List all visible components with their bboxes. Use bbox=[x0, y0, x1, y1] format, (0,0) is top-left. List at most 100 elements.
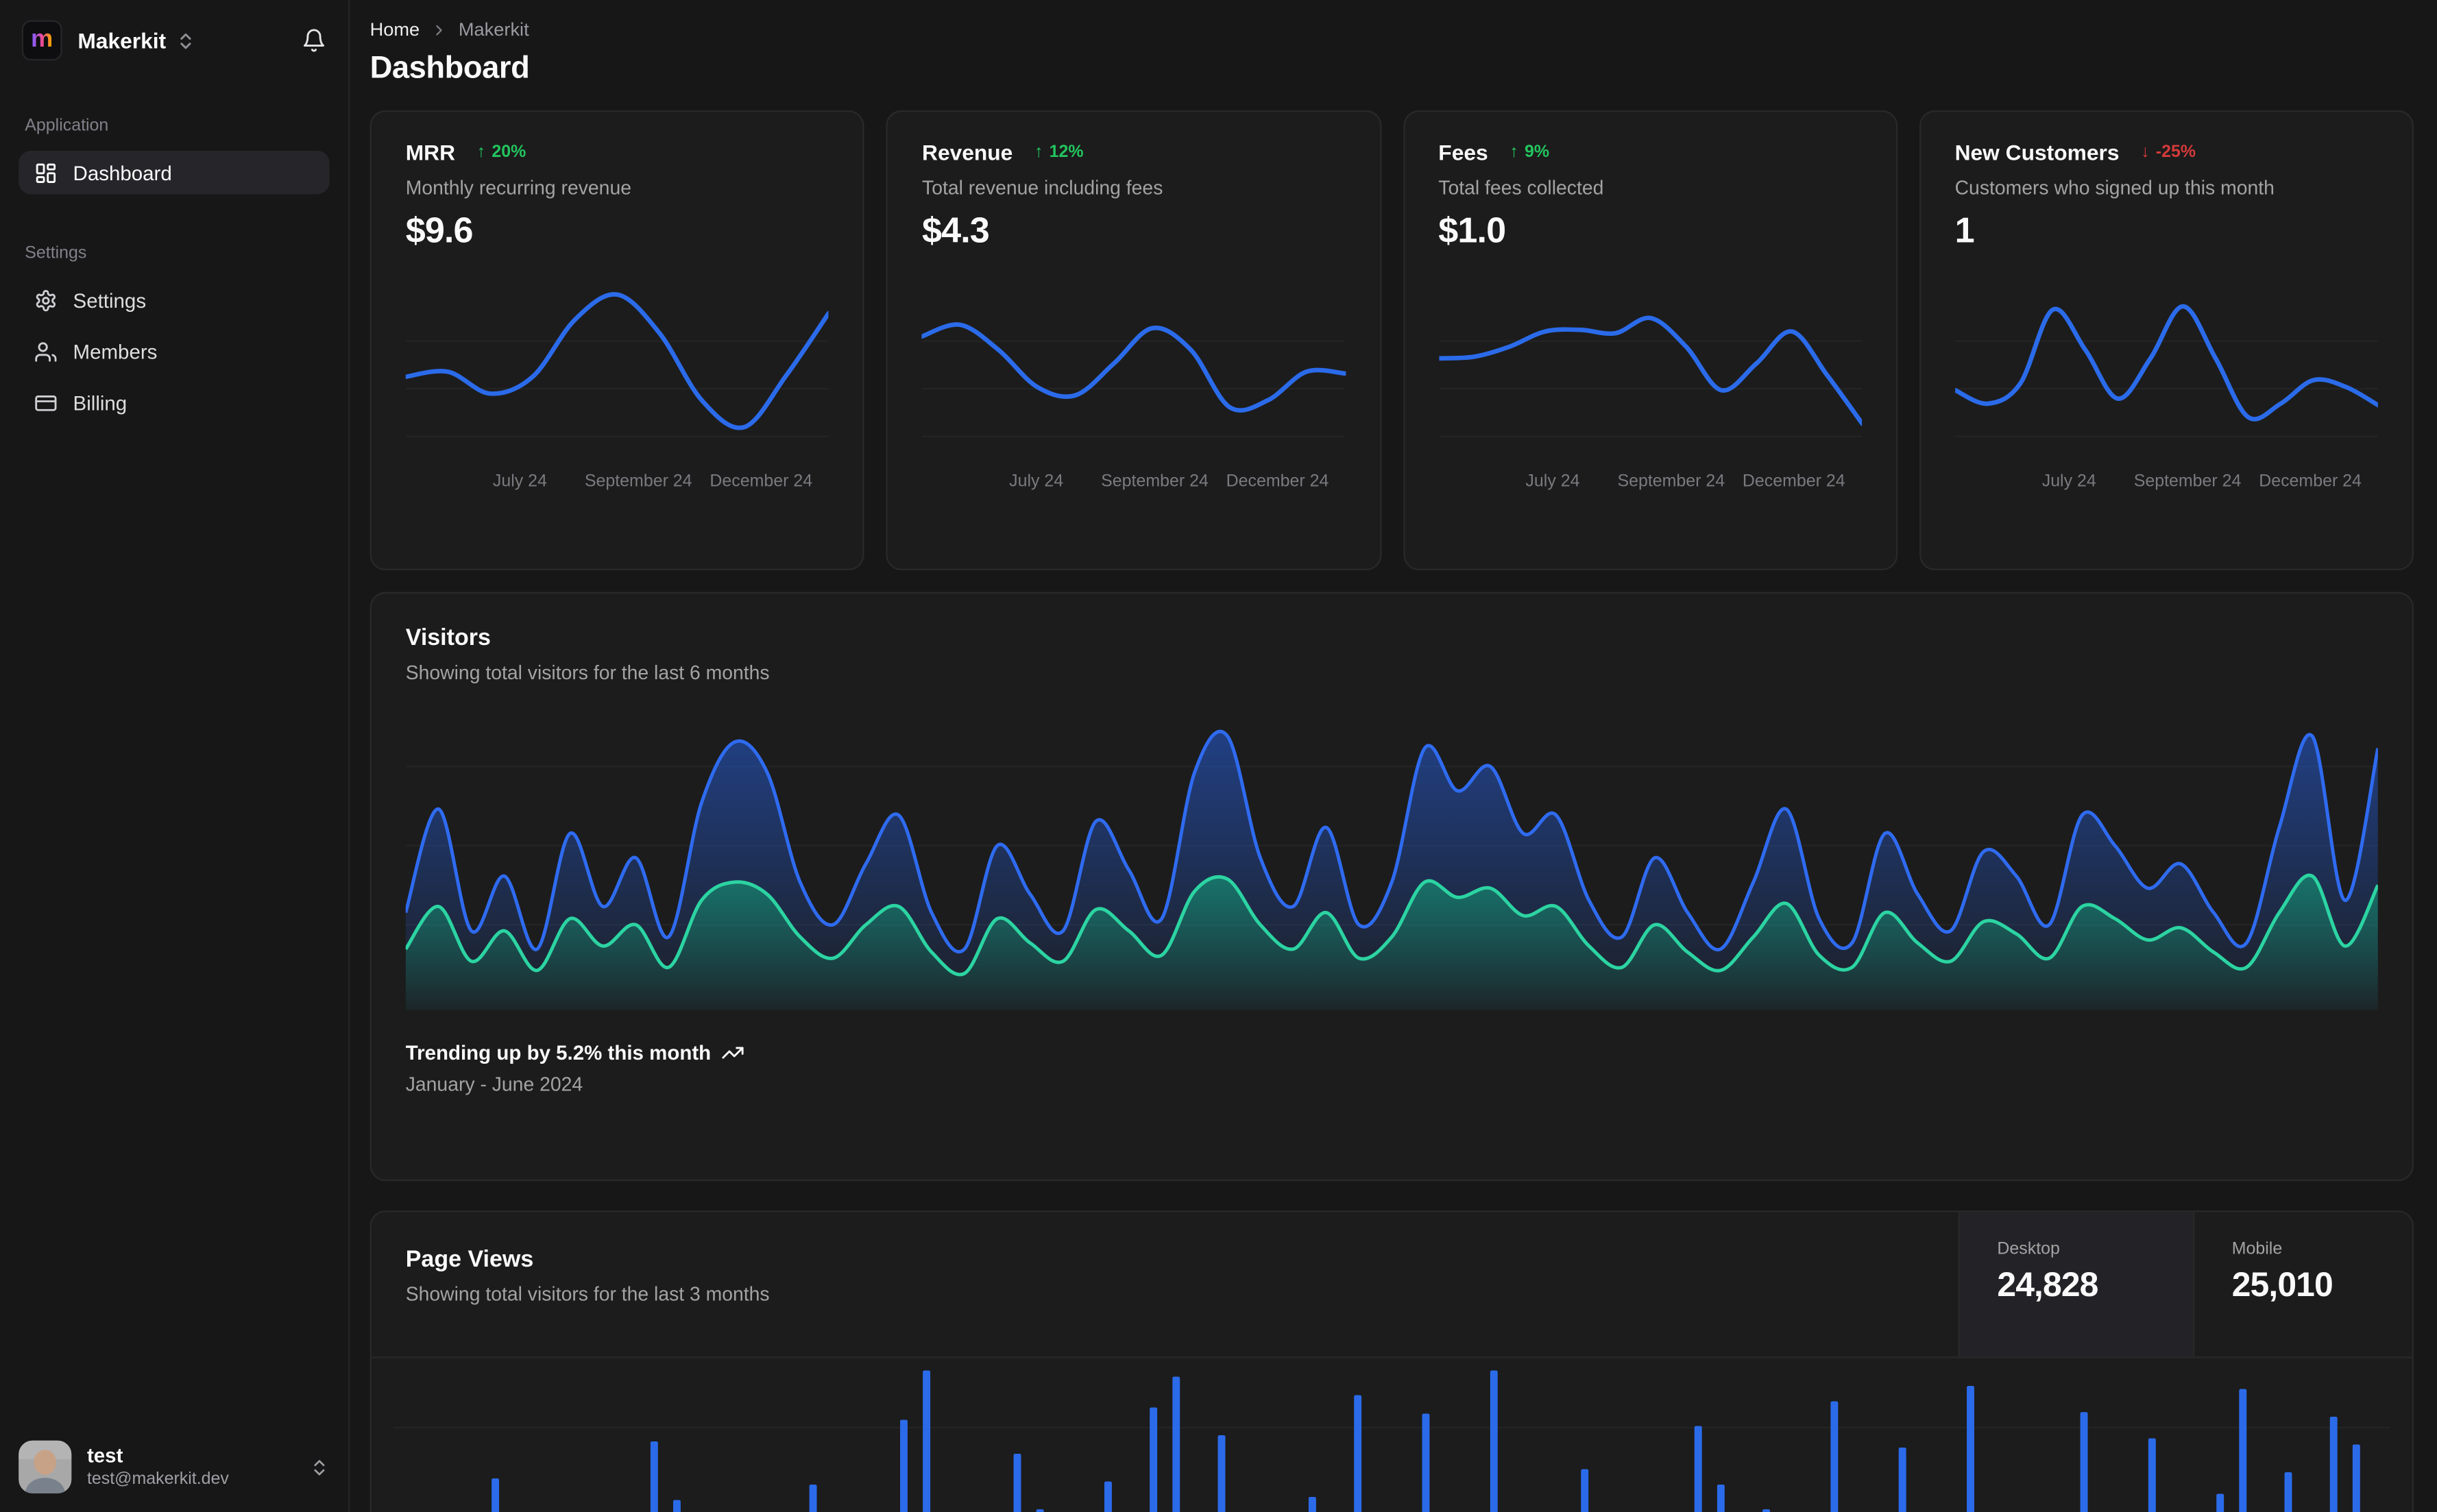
user-email: test@makerkit.dev bbox=[86, 1470, 229, 1489]
makerkit-logo: m bbox=[21, 20, 62, 61]
stat-delta-value: 12% bbox=[1049, 143, 1084, 162]
main-content: Home Makerkit Dashboard MRR ↑ 20% Monthl… bbox=[351, 0, 2437, 1512]
visitors-footer: Trending up by 5.2% this month January -… bbox=[406, 1041, 2378, 1095]
toggle-value: 25,010 bbox=[2231, 1265, 2333, 1304]
stat-value: 1 bbox=[1954, 210, 1975, 251]
logo-letter: m bbox=[31, 26, 53, 53]
page-title: Dashboard bbox=[369, 51, 530, 86]
visitors-subtitle: Showing total visitors for the last 6 mo… bbox=[405, 661, 770, 684]
trending-up-icon bbox=[722, 1041, 745, 1064]
stat-delta-badge: ↓ -25% bbox=[2141, 143, 2196, 162]
new-customers-sparkline-chart bbox=[1954, 275, 2378, 459]
trend-arrow-icon: ↓ bbox=[2141, 143, 2150, 162]
x-tick: September 24 bbox=[584, 472, 692, 491]
x-tick: July 24 bbox=[2041, 472, 2096, 491]
x-tick: December 24 bbox=[1742, 472, 1845, 491]
trend-arrow-icon: ↑ bbox=[476, 143, 486, 162]
page-views-header: Page Views Showing total visitors for th… bbox=[371, 1212, 2412, 1358]
sidebar-item-label: Members bbox=[73, 339, 158, 363]
stat-description: Total revenue including fees bbox=[922, 177, 1163, 199]
stat-cards-row: MRR ↑ 20% Monthly recurring revenue $9.6… bbox=[369, 110, 2414, 571]
bell-icon[interactable] bbox=[302, 28, 326, 53]
stat-delta-badge: ↑ 12% bbox=[1034, 143, 1083, 162]
stat-title: Revenue bbox=[922, 140, 1013, 165]
users-icon bbox=[34, 339, 58, 363]
sidebar-item-dashboard[interactable]: Dashboard bbox=[19, 150, 330, 195]
trend-arrow-icon: ↑ bbox=[1510, 143, 1518, 162]
toggle-mobile[interactable]: Mobile 25,010 bbox=[2193, 1212, 2412, 1357]
gear-icon bbox=[34, 289, 58, 312]
sidebar-item-label: Billing bbox=[73, 391, 128, 415]
x-tick: December 24 bbox=[2259, 472, 2362, 491]
chevron-right-icon bbox=[431, 21, 448, 38]
sidebar-item-billing[interactable]: Billing bbox=[19, 380, 329, 424]
avatar bbox=[19, 1440, 72, 1493]
toggle-label: Desktop bbox=[1997, 1240, 2060, 1259]
stat-description: Monthly recurring revenue bbox=[405, 177, 631, 199]
stat-title: MRR bbox=[405, 140, 456, 165]
chevrons-up-down-icon[interactable] bbox=[175, 30, 195, 50]
workspace-selector[interactable]: m Makerkit bbox=[0, 0, 348, 61]
stat-description: Total fees collected bbox=[1438, 177, 1604, 199]
breadcrumb: Home Makerkit bbox=[370, 19, 2414, 40]
x-tick: July 24 bbox=[1009, 472, 1064, 491]
nav-section-application: Application bbox=[25, 117, 109, 136]
x-axis-ticks: July 24 September 24 December 24 bbox=[406, 467, 829, 502]
stat-title: Fees bbox=[1438, 140, 1488, 165]
credit-card-icon bbox=[34, 391, 58, 414]
x-axis-ticks: July 24 September 24 December 24 bbox=[1438, 467, 1861, 502]
fees-sparkline-chart bbox=[1438, 275, 1862, 459]
stat-delta-value: 9% bbox=[1524, 143, 1550, 162]
visitors-title: Visitors bbox=[405, 624, 491, 651]
page-views-title: Page Views bbox=[405, 1246, 534, 1273]
x-tick: July 24 bbox=[492, 472, 547, 491]
user-menu[interactable]: test test@makerkit.dev bbox=[0, 1425, 348, 1512]
x-tick: September 24 bbox=[1617, 472, 1725, 491]
trend-arrow-icon: ↑ bbox=[1034, 143, 1043, 162]
user-name: test bbox=[86, 1443, 123, 1467]
stat-value: $4.3 bbox=[922, 210, 990, 251]
stat-delta-badge: ↑ 20% bbox=[477, 143, 526, 162]
toggle-value: 24,828 bbox=[1997, 1265, 2098, 1304]
page-views-subtitle: Showing total visitors for the last 3 mo… bbox=[405, 1283, 770, 1306]
stat-card-fees: Fees ↑ 9% Total fees collected $1.0 July… bbox=[1403, 110, 1898, 571]
dashboard-app: m Makerkit Application Dashboard Setting bbox=[0, 0, 2437, 1512]
toggle-desktop[interactable]: Desktop 24,828 bbox=[1958, 1212, 2194, 1357]
x-axis-ticks: July 24 September 24 December 24 bbox=[1955, 467, 2378, 502]
visitors-area-chart bbox=[405, 705, 2378, 1010]
breadcrumb-current: Makerkit bbox=[458, 19, 529, 40]
mrr-sparkline-chart bbox=[405, 275, 829, 459]
nav-section-settings: Settings bbox=[25, 243, 87, 263]
page-views-card: Page Views Showing total visitors for th… bbox=[369, 1210, 2414, 1512]
sidebar-item-settings[interactable]: Settings bbox=[19, 278, 329, 321]
x-axis-ticks: July 24 September 24 December 24 bbox=[922, 467, 1345, 502]
visitors-trend-text: Trending up by 5.2% this month bbox=[405, 1041, 712, 1065]
stat-card-mrr: MRR ↑ 20% Monthly recurring revenue $9.6… bbox=[369, 110, 865, 571]
stat-card-revenue: Revenue ↑ 12% Total revenue including fe… bbox=[886, 110, 1381, 571]
x-tick: September 24 bbox=[1101, 472, 1209, 491]
stat-value: $1.0 bbox=[1438, 210, 1506, 251]
sidebar-item-members[interactable]: Members bbox=[19, 330, 329, 373]
stat-card-new-customers: New Customers ↓ -25% Customers who signe… bbox=[1919, 110, 2414, 571]
stat-delta-value: 20% bbox=[492, 143, 526, 162]
x-tick: December 24 bbox=[710, 472, 813, 491]
workspace-name: Makerkit bbox=[77, 27, 167, 53]
breadcrumb-home-link[interactable]: Home bbox=[370, 19, 420, 40]
layout-dashboard-icon bbox=[34, 161, 58, 184]
stat-value: $9.6 bbox=[405, 210, 474, 251]
stat-delta-value: -25% bbox=[2155, 143, 2196, 162]
sidebar: m Makerkit Application Dashboard Setting bbox=[0, 0, 350, 1512]
stat-delta-badge: ↑ 9% bbox=[1510, 143, 1549, 162]
stat-description: Customers who signed up this month bbox=[1954, 177, 2275, 199]
page-views-bar-chart bbox=[393, 1358, 2390, 1512]
toggle-label: Mobile bbox=[2231, 1240, 2283, 1259]
x-tick: September 24 bbox=[2133, 472, 2242, 491]
chevrons-up-down-icon bbox=[309, 1457, 329, 1477]
x-tick: December 24 bbox=[1226, 472, 1329, 491]
x-tick: July 24 bbox=[1525, 472, 1580, 491]
sidebar-item-label: Dashboard bbox=[73, 160, 172, 184]
stat-title: New Customers bbox=[1954, 140, 2120, 165]
visitors-card: Visitors Showing total visitors for the … bbox=[369, 592, 2414, 1182]
sidebar-item-label: Settings bbox=[73, 288, 147, 312]
sidebar-nav: Application Dashboard Settings Settings bbox=[0, 60, 348, 424]
